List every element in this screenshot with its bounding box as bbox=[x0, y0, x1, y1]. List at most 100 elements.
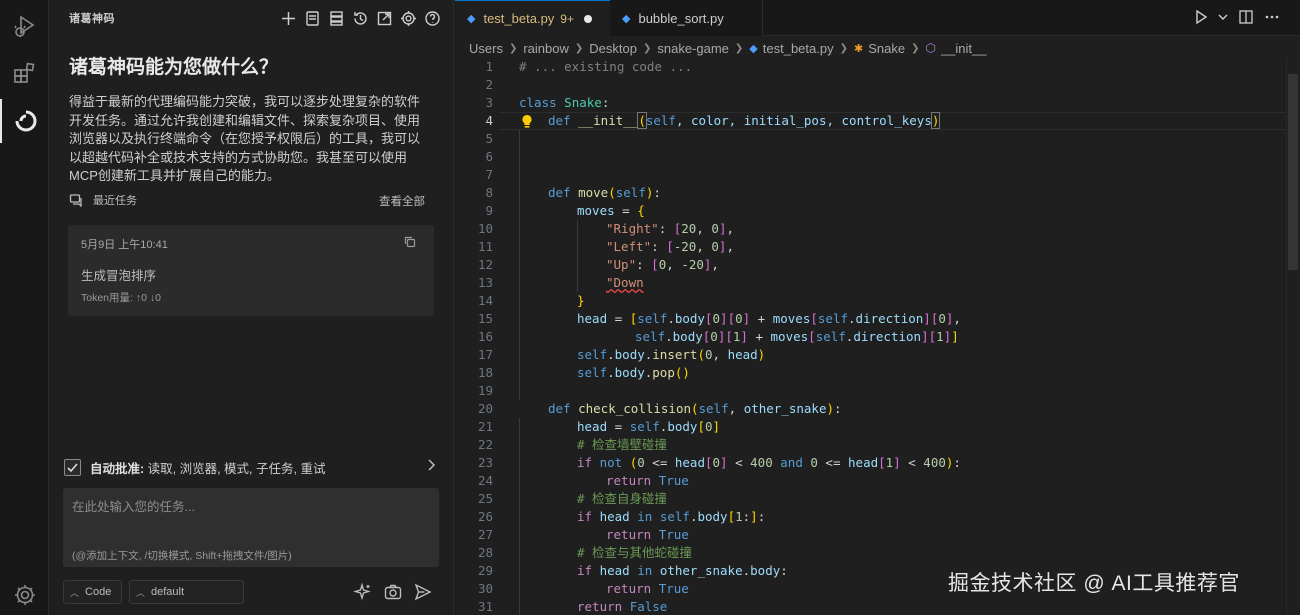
auto-approve-row[interactable]: 自动批准: 读取, 浏览器, 模式, 子任务, 重试 bbox=[64, 457, 436, 477]
chevron-right-icon: ❯ bbox=[508, 42, 518, 54]
code-line: "Right": [20, 0], bbox=[606, 221, 734, 236]
line-number: 1 bbox=[485, 59, 493, 74]
method-symbol-icon: ⬡ bbox=[925, 41, 936, 55]
composer-toolbar: ︿ Code ︿ default bbox=[63, 580, 439, 604]
problems-badge: 9+ bbox=[560, 11, 574, 26]
watermark: 掘金技术社区 @ AI工具推荐官 bbox=[948, 572, 1240, 595]
ai-assistant-icon[interactable] bbox=[0, 99, 49, 143]
line-number: 23 bbox=[477, 455, 493, 470]
scrollbar-thumb[interactable] bbox=[1288, 74, 1298, 270]
code-line: return True bbox=[606, 473, 689, 488]
code-editor: ◆ test_beta.py 9+ ◆ bubble_sort.py Users… bbox=[455, 0, 1300, 615]
line-number: 17 bbox=[477, 347, 493, 362]
line-number: 4 bbox=[485, 113, 493, 128]
view-all-link[interactable]: 查看全部 bbox=[379, 193, 425, 209]
model-select[interactable]: ︿ default bbox=[129, 580, 244, 604]
run-debug-icon[interactable] bbox=[0, 4, 49, 48]
breadcrumb-item[interactable]: Desktop bbox=[589, 41, 637, 56]
send-icon[interactable] bbox=[413, 582, 433, 602]
chevron-right-icon: ❯ bbox=[642, 42, 652, 54]
check-icon bbox=[67, 462, 78, 472]
tab-test-beta[interactable]: ◆ test_beta.py 9+ bbox=[455, 0, 610, 36]
breadcrumb: Users ❯ rainbow ❯ Desktop ❯ snake-game ❯ ◆ te… bbox=[469, 40, 987, 56]
python-file-icon: ◆ bbox=[467, 13, 476, 25]
run-icon[interactable] bbox=[1194, 9, 1208, 25]
more-actions-icon[interactable] bbox=[1264, 9, 1280, 25]
breadcrumb-item[interactable]: test_beta.py bbox=[763, 41, 834, 56]
line-number: 13 bbox=[477, 275, 493, 290]
split-editor-icon[interactable] bbox=[1238, 9, 1254, 25]
model-select-value: default bbox=[151, 586, 185, 598]
chevron-up-icon: ︿ bbox=[70, 587, 80, 598]
line-number: 9 bbox=[485, 203, 493, 218]
task-input[interactable]: 在此处输入您的任务... (@添加上下文, /切换模式, Shift+拖拽文件/… bbox=[63, 488, 439, 567]
line-number: 26 bbox=[477, 509, 493, 524]
open-external-icon[interactable] bbox=[375, 8, 393, 28]
line-number: 3 bbox=[485, 95, 493, 110]
code-line: self.body.pop() bbox=[577, 365, 690, 380]
hero-heading: 诸葛神码能为您做什么？ bbox=[69, 57, 279, 78]
code-line: self.body.insert(0, head) bbox=[577, 347, 766, 362]
code-line: head = self.body[0] bbox=[577, 419, 721, 434]
help-icon[interactable] bbox=[423, 8, 441, 28]
code-line: if not (0 <= head[0] < 400 and 0 <= head… bbox=[577, 455, 961, 470]
line-number: 8 bbox=[485, 185, 493, 200]
line-number: 21 bbox=[477, 419, 493, 434]
hero-description: 得益于最新的代理编码能力突破，我可以逐步处理复杂的软件开发任务。通过允许我创建和… bbox=[69, 94, 421, 183]
gear-icon[interactable] bbox=[399, 8, 417, 28]
breadcrumb-item[interactable]: Snake bbox=[868, 41, 905, 56]
code-line: def move(self): bbox=[548, 185, 661, 200]
code-line: "Down bbox=[606, 275, 644, 290]
auto-approve-items: 读取, 浏览器, 模式, 子任务, 重试 bbox=[147, 461, 326, 476]
tab-label: test_beta.py bbox=[483, 11, 555, 26]
recent-task-card[interactable]: 5月9日 上午10:41 生成冒泡排序 Token用量: ↑0 ↓0 bbox=[68, 225, 434, 316]
tab-bubble-sort[interactable]: ◆ bubble_sort.py bbox=[610, 0, 763, 36]
code-line: if head in other_snake.body: bbox=[577, 563, 788, 578]
camera-icon[interactable] bbox=[383, 582, 403, 602]
line-number: 2 bbox=[485, 77, 493, 92]
history-file-icon[interactable] bbox=[303, 8, 321, 28]
chevron-right-icon: ❯ bbox=[839, 42, 848, 54]
copy-icon[interactable] bbox=[404, 236, 416, 248]
mode-select[interactable]: ︿ Code bbox=[63, 580, 122, 604]
plus-icon[interactable] bbox=[279, 8, 297, 28]
line-number: 16 bbox=[477, 329, 493, 344]
chevron-right-icon: ❯ bbox=[734, 42, 744, 54]
list-icon[interactable] bbox=[327, 8, 345, 28]
chevron-right-icon[interactable] bbox=[426, 458, 436, 472]
chevron-down-icon[interactable] bbox=[1218, 12, 1228, 22]
class-symbol-icon: ✱ bbox=[853, 42, 864, 55]
line-number: 15 bbox=[477, 311, 493, 326]
modified-dot-icon[interactable] bbox=[583, 14, 592, 23]
code-line: if head in self.body[1:]: bbox=[577, 509, 766, 524]
line-number: 6 bbox=[485, 149, 493, 164]
code-line: return False bbox=[577, 599, 668, 614]
task-token-usage: Token用量: ↑0 ↓0 bbox=[81, 292, 161, 304]
recent-tasks-label: 最近任务 bbox=[93, 195, 137, 207]
gear-icon[interactable] bbox=[12, 582, 38, 608]
extensions-icon[interactable] bbox=[0, 51, 49, 95]
tab-label: bubble_sort.py bbox=[638, 10, 724, 26]
code-area[interactable]: 1 # ... existing code ... 2 3 class Snake:… bbox=[455, 58, 1285, 615]
history-icon[interactable] bbox=[351, 8, 369, 28]
breadcrumb-item[interactable]: __init__ bbox=[941, 41, 987, 56]
chevron-up-icon: ︿ bbox=[136, 587, 146, 598]
auto-approve-label: 自动批准: bbox=[90, 461, 145, 476]
chevron-right-icon: ❯ bbox=[574, 42, 584, 54]
code-line: def check_collision(self, other_snake): bbox=[548, 401, 842, 416]
code-line: "Up": [0, -20], bbox=[606, 257, 719, 272]
code-line: def __init__(self, color, initial_pos, c… bbox=[548, 112, 941, 129]
line-number: 12 bbox=[477, 257, 493, 272]
line-number: 20 bbox=[477, 401, 493, 416]
editor-scrollbar[interactable] bbox=[1286, 58, 1300, 615]
breadcrumb-item[interactable]: Users bbox=[469, 41, 503, 56]
auto-approve-checkbox[interactable] bbox=[64, 458, 81, 476]
breadcrumb-item[interactable]: snake-game bbox=[657, 41, 729, 56]
code-line: # 检查与其他蛇碰撞 bbox=[577, 545, 693, 560]
breadcrumb-item[interactable]: rainbow bbox=[523, 41, 569, 56]
sparkle-icon[interactable] bbox=[353, 582, 373, 602]
line-number: 19 bbox=[477, 383, 493, 398]
line-number: 28 bbox=[477, 545, 493, 560]
code-line: class Snake: bbox=[519, 95, 610, 110]
line-number: 25 bbox=[477, 491, 493, 506]
